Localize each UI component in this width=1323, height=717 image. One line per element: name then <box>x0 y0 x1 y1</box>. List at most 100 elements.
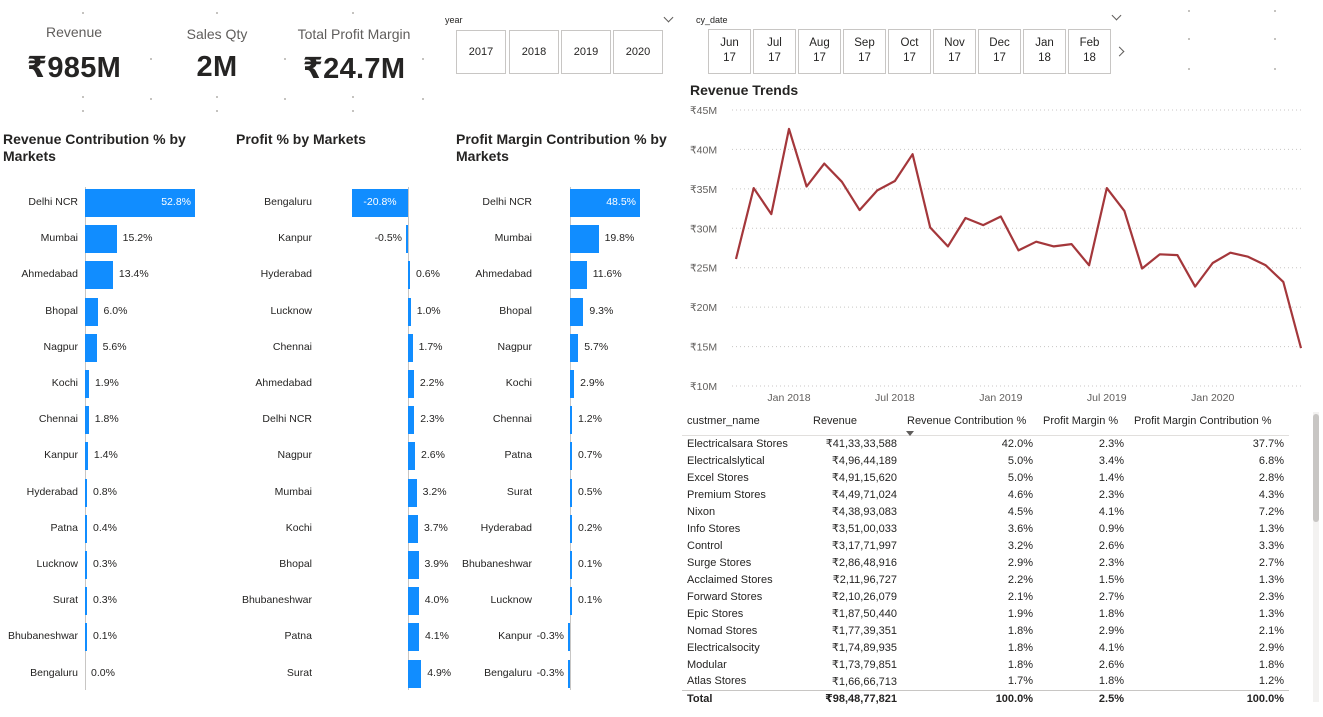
bar-profit-margin-contribution[interactable] <box>570 442 572 471</box>
revenue-trend-point[interactable] <box>1227 250 1233 256</box>
bar-revenue-contribution[interactable] <box>85 406 89 435</box>
revenue-trend-point[interactable] <box>733 256 739 262</box>
revenue-trend-point[interactable] <box>1086 262 1092 268</box>
table-row[interactable]: Modular ₹1,73,79,851 1.8% 2.6% 1.8% <box>682 656 1289 673</box>
year-tile-2017[interactable]: 2017 <box>456 30 506 74</box>
table-row[interactable]: Electricalslytical ₹4,96,44,189 5.0% 3.4% 6.… <box>682 452 1289 469</box>
bar-profit-by-markets[interactable] <box>408 514 418 543</box>
revenue-trend-point[interactable] <box>910 151 916 157</box>
bar-profit-margin-contribution[interactable] <box>570 587 572 616</box>
year-tile-2020[interactable]: 2020 <box>613 30 663 74</box>
column-header-revenue-contribution[interactable]: Revenue Contribution % <box>902 408 1038 436</box>
bar-profit-margin-contribution[interactable] <box>570 478 572 507</box>
revenue-trend-line[interactable] <box>734 127 1303 349</box>
column-header-profit-margin[interactable]: Profit Margin % <box>1038 408 1129 436</box>
table-row[interactable]: Premium Stores ₹4,49,71,024 4.6% 2.3% 4.3% <box>682 486 1289 503</box>
bar-profit-margin-contribution[interactable] <box>570 261 587 290</box>
bar-profit-by-markets[interactable] <box>408 478 417 507</box>
revenue-trend-point[interactable] <box>892 178 898 184</box>
revenue-trend-point[interactable] <box>1174 252 1180 258</box>
date-slicer-chevron-down-icon[interactable] <box>1111 10 1122 21</box>
year-tile-2018[interactable]: 2018 <box>509 30 559 74</box>
revenue-trend-point[interactable] <box>786 126 792 132</box>
table-row[interactable]: Info Stores ₹3,51,00,033 3.6% 0.9% 1.3% <box>682 520 1289 537</box>
revenue-trend-point[interactable] <box>1192 284 1198 290</box>
revenue-trend-point[interactable] <box>998 213 1004 219</box>
revenue-trend-point[interactable] <box>874 187 880 193</box>
revenue-trend-point[interactable] <box>857 207 863 213</box>
date-tile-oct-17[interactable]: Oct 17 <box>888 29 931 74</box>
bar-profit-by-markets[interactable] <box>408 406 415 435</box>
revenue-trend-point[interactable] <box>804 183 810 189</box>
date-slicer-next-arrow-icon[interactable] <box>1114 46 1125 57</box>
revenue-trend-point[interactable] <box>1033 239 1039 245</box>
bar-profit-by-markets[interactable] <box>408 297 411 326</box>
date-tile-jun-17[interactable]: Jun 17 <box>708 29 751 74</box>
bar-profit-margin-contribution[interactable] <box>570 370 575 398</box>
table-row[interactable]: Nixon ₹4,38,93,083 4.5% 4.1% 7.2% <box>682 503 1289 520</box>
bar-profit-by-markets[interactable] <box>408 623 420 652</box>
revenue-trend-point[interactable] <box>1157 251 1163 257</box>
bar-profit-margin-contribution[interactable] <box>570 551 572 579</box>
revenue-trend-point[interactable] <box>1016 247 1022 253</box>
bar-profit-margin-contribution[interactable] <box>570 225 599 254</box>
column-header-profit-margin-contribution[interactable]: Profit Margin Contribution % <box>1129 408 1289 436</box>
revenue-trend-point[interactable] <box>1263 262 1269 268</box>
bar-profit-margin-contribution[interactable] <box>570 406 572 435</box>
revenue-trend-point[interactable] <box>1068 241 1074 247</box>
revenue-trend-point[interactable] <box>1104 185 1110 191</box>
bar-revenue-contribution[interactable] <box>85 623 87 652</box>
date-tile-dec-17[interactable]: Dec 17 <box>978 29 1021 74</box>
bar-profit-by-markets[interactable] <box>408 370 414 398</box>
bar-revenue-contribution[interactable] <box>85 225 117 254</box>
table-row[interactable]: Acclaimed Stores ₹2,11,96,727 2.2% 1.5% 1.3% <box>682 571 1289 588</box>
table-row[interactable]: Excel Stores ₹4,91,15,620 5.0% 1.4% 2.8% <box>682 469 1289 486</box>
bar-profit-by-markets[interactable] <box>408 551 419 579</box>
column-header-customer[interactable]: custmer_name <box>682 408 808 436</box>
table-row[interactable]: Surge Stores ₹2,86,48,916 2.9% 2.3% 2.7% <box>682 554 1289 571</box>
bar-profit-by-markets[interactable] <box>408 442 415 471</box>
bar-profit-by-markets[interactable] <box>408 587 419 616</box>
bar-revenue-contribution[interactable] <box>85 297 98 326</box>
table-row[interactable]: Electricalsara Stores ₹41,33,33,588 42.0% 2… <box>682 435 1289 452</box>
date-tile-feb-18[interactable]: Feb 18 <box>1068 29 1111 74</box>
sort-descending-icon[interactable] <box>906 431 914 436</box>
date-tile-aug-17[interactable]: Aug 17 <box>798 29 841 74</box>
bar-revenue-contribution[interactable] <box>85 514 87 543</box>
revenue-trend-point[interactable] <box>945 243 951 249</box>
table-row[interactable]: Electricalsocity ₹1,74,89,935 1.8% 4.1% 2.9% <box>682 639 1289 656</box>
bar-profit-margin-contribution[interactable] <box>568 659 570 688</box>
date-tile-jan-18[interactable]: Jan 18 <box>1023 29 1066 74</box>
bar-revenue-contribution[interactable] <box>85 551 87 579</box>
bar-revenue-contribution[interactable] <box>85 587 87 616</box>
revenue-trend-point[interactable] <box>768 211 774 217</box>
bar-revenue-contribution[interactable] <box>85 442 88 471</box>
table-row[interactable]: Atlas Stores ₹1,66,66,713 1.7% 1.8% 1.2% <box>682 673 1289 690</box>
bar-profit-by-markets[interactable] <box>408 659 422 688</box>
revenue-trend-point[interactable] <box>980 222 986 228</box>
bar-revenue-contribution[interactable] <box>85 370 89 398</box>
bar-profit-margin-contribution[interactable] <box>570 297 584 326</box>
revenue-trend-point[interactable] <box>1139 266 1145 272</box>
bar-profit-margin-contribution[interactable] <box>570 514 572 543</box>
year-slicer-chevron-down-icon[interactable] <box>663 12 674 23</box>
revenue-trend-point[interactable] <box>751 185 757 191</box>
revenue-trend-point[interactable] <box>821 161 827 167</box>
bar-revenue-contribution[interactable] <box>85 261 113 290</box>
bar-revenue-contribution[interactable] <box>85 478 87 507</box>
revenue-trend-point[interactable] <box>1121 208 1127 214</box>
date-tile-nov-17[interactable]: Nov 17 <box>933 29 976 74</box>
revenue-trend-point[interactable] <box>1051 243 1057 249</box>
bar-profit-by-markets[interactable] <box>406 225 408 254</box>
bar-profit-by-markets[interactable] <box>408 333 413 362</box>
table-row[interactable]: Control ₹3,17,71,997 3.2% 2.6% 3.3% <box>682 537 1289 554</box>
table-row[interactable]: Nomad Stores ₹1,77,39,351 1.8% 2.9% 2.1% <box>682 622 1289 639</box>
table-scrollbar-thumb[interactable] <box>1313 414 1319 522</box>
revenue-trend-point[interactable] <box>1298 345 1304 351</box>
date-tile-jul-17[interactable]: Jul 17 <box>753 29 796 74</box>
year-tile-2019[interactable]: 2019 <box>561 30 611 74</box>
table-row[interactable]: Epic Stores ₹1,87,50,440 1.9% 1.8% 1.3% <box>682 605 1289 622</box>
revenue-trend-point[interactable] <box>927 224 933 230</box>
bar-profit-margin-contribution[interactable] <box>570 333 579 362</box>
table-row[interactable]: Forward Stores ₹2,10,26,079 2.1% 2.7% 2.3% <box>682 588 1289 605</box>
